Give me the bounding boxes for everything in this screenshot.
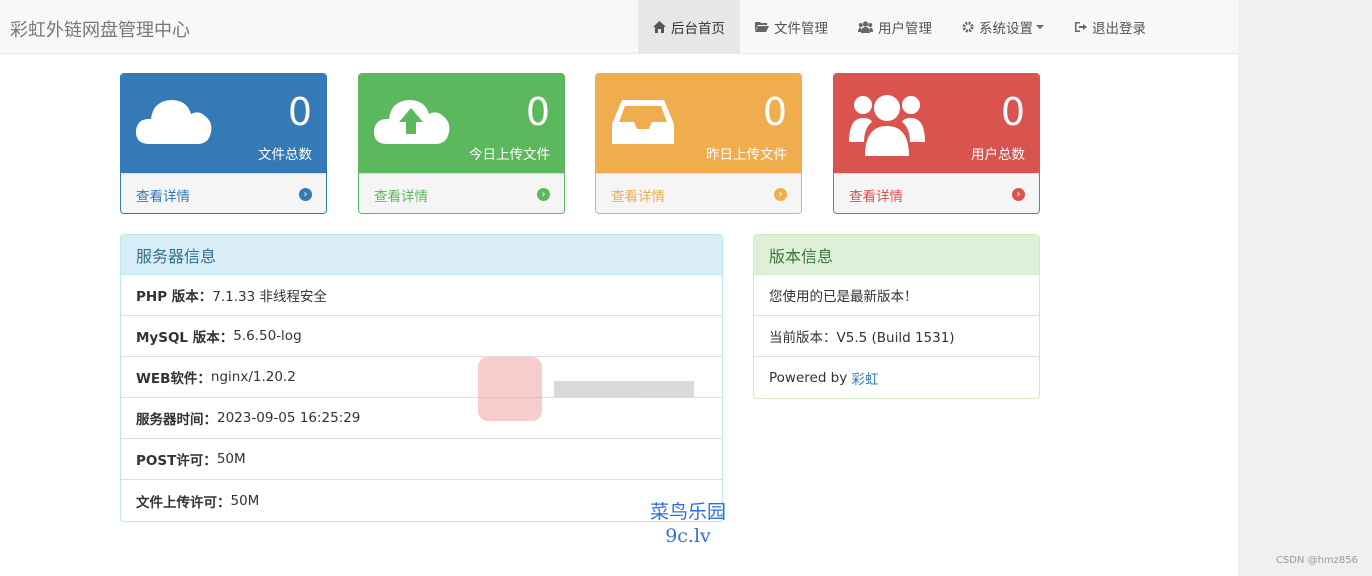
csdn-credit: CSDN @hmz856	[1275, 555, 1358, 566]
row-label: PHP 版本：	[136, 289, 213, 305]
view-details-link[interactable]: 查看详情 ›	[596, 173, 801, 213]
cloud-icon	[135, 100, 212, 144]
row-label: WEB软件：	[136, 371, 211, 387]
nav-label-logout: 退出登录	[1092, 20, 1146, 37]
server-info-row-php: PHP 版本： 7.1.33 非线程安全	[121, 275, 722, 316]
version-info-panel: 版本信息 您使用的已是最新版本！ 当前版本：V5.5 (Build 1531) …	[753, 234, 1040, 399]
navbar: 彩虹外链网盘管理中心 后台首页 文件管理 用户管理 系统设置 退出登录	[0, 0, 1238, 54]
site-watermark: 菜鸟乐园 9c.lv	[642, 500, 734, 548]
view-details-link[interactable]: 查看详情 ›	[359, 173, 564, 213]
watermark-line2: 9c.lv	[665, 525, 711, 547]
row-value: 50M	[216, 451, 246, 467]
row-value: 50M	[230, 492, 260, 509]
nav-item-home[interactable]: 后台首页	[638, 0, 740, 53]
nav-item-logout[interactable]: 退出登录	[1059, 0, 1161, 53]
nav-item-files[interactable]: 文件管理	[740, 0, 843, 53]
gear-icon	[962, 21, 974, 32]
arrow-circle-right-icon: ›	[537, 188, 550, 201]
stat-panel-heading: 0 文件总数	[121, 74, 326, 173]
version-info-title: 版本信息	[754, 235, 1039, 275]
stat-label: 昨日上传文件	[706, 147, 787, 163]
server-info-title: 服务器信息	[121, 235, 722, 275]
version-current: 当前版本：V5.5 (Build 1531)	[754, 316, 1039, 357]
row-value: nginx/1.20.2	[210, 369, 296, 385]
row-label: 文件上传许可：	[136, 494, 231, 511]
row-label: MySQL 版本：	[136, 330, 234, 346]
stat-panel-heading: 0 用户总数	[834, 74, 1039, 173]
server-info-row-mysql: MySQL 版本： 5.6.50-log	[121, 316, 722, 357]
logout-icon	[1075, 21, 1087, 32]
brand-title[interactable]: 彩虹外链网盘管理中心	[10, 16, 190, 42]
view-details-label: 查看详情	[611, 188, 665, 205]
stat-value: 0	[1000, 90, 1025, 134]
blurred-watermark	[478, 356, 708, 422]
stat-panel-yesterday-uploads: 0 昨日上传文件 查看详情 ›	[595, 73, 802, 214]
stat-value: 0	[525, 90, 550, 134]
folder-open-icon	[755, 22, 769, 32]
nav-label-home: 后台首页	[671, 20, 725, 37]
powered-by: Powered by 彩虹	[754, 357, 1039, 398]
inbox-icon	[612, 100, 674, 144]
nav-item-users[interactable]: 用户管理	[843, 0, 947, 53]
server-info-row-post: POST许可： 50M	[121, 439, 722, 480]
nav-item-settings[interactable]: 系统设置	[947, 0, 1059, 53]
watermark-logo-icon	[478, 357, 542, 421]
watermark-line1: 菜鸟乐园	[649, 501, 726, 523]
stat-panel-today-uploads: 0 今日上传文件 查看详情 ›	[358, 73, 565, 214]
powered-by-link[interactable]: 彩虹	[852, 368, 879, 388]
view-details-link[interactable]: 查看详情 ›	[121, 173, 326, 213]
stat-panel-heading: 0 今日上传文件	[359, 74, 564, 173]
home-icon	[653, 20, 666, 33]
view-details-link[interactable]: 查看详情 ›	[834, 173, 1039, 213]
row-value: 5.6.50-log	[233, 328, 302, 344]
cloud-upload-icon	[373, 100, 450, 144]
chevron-down-icon	[1036, 24, 1044, 29]
users-icon	[849, 95, 925, 156]
powered-by-prefix: Powered by	[769, 369, 852, 386]
users-icon	[858, 20, 873, 33]
stat-label: 今日上传文件	[469, 147, 550, 163]
arrow-circle-right-icon: ›	[774, 188, 787, 201]
stat-value: 0	[762, 90, 787, 134]
watermark-blurred-text	[554, 381, 694, 397]
view-details-label: 查看详情	[374, 188, 428, 205]
view-details-label: 查看详情	[136, 188, 190, 205]
page: 彩虹外链网盘管理中心 后台首页 文件管理 用户管理 系统设置 退出登录 0 文件…	[0, 0, 1238, 576]
stat-label: 文件总数	[258, 147, 312, 163]
stat-panel-files-total: 0 文件总数 查看详情 ›	[120, 73, 327, 214]
row-label: POST许可：	[136, 453, 217, 469]
server-info-row-upload: 文件上传许可： 50M	[121, 480, 722, 521]
row-value: 7.1.33 非线程安全	[212, 289, 328, 305]
view-details-label: 查看详情	[849, 188, 903, 205]
nav-label-settings: 系统设置	[979, 20, 1033, 37]
nav-menu: 后台首页 文件管理 用户管理 系统设置 退出登录	[638, 0, 1161, 53]
arrow-circle-right-icon: ›	[299, 188, 312, 201]
nav-label-files: 文件管理	[774, 20, 828, 37]
stat-label: 用户总数	[971, 147, 1025, 163]
nav-label-users: 用户管理	[878, 20, 932, 37]
version-status: 您使用的已是最新版本！	[754, 275, 1039, 316]
row-label: 服务器时间：	[136, 412, 217, 428]
stat-panel-users-total: 0 用户总数 查看详情 ›	[833, 73, 1040, 214]
stat-panel-heading: 0 昨日上传文件	[596, 74, 801, 173]
row-value: 2023-09-05 16:25:29	[217, 410, 361, 426]
arrow-circle-right-icon: ›	[1012, 188, 1025, 201]
stat-value: 0	[287, 90, 312, 134]
